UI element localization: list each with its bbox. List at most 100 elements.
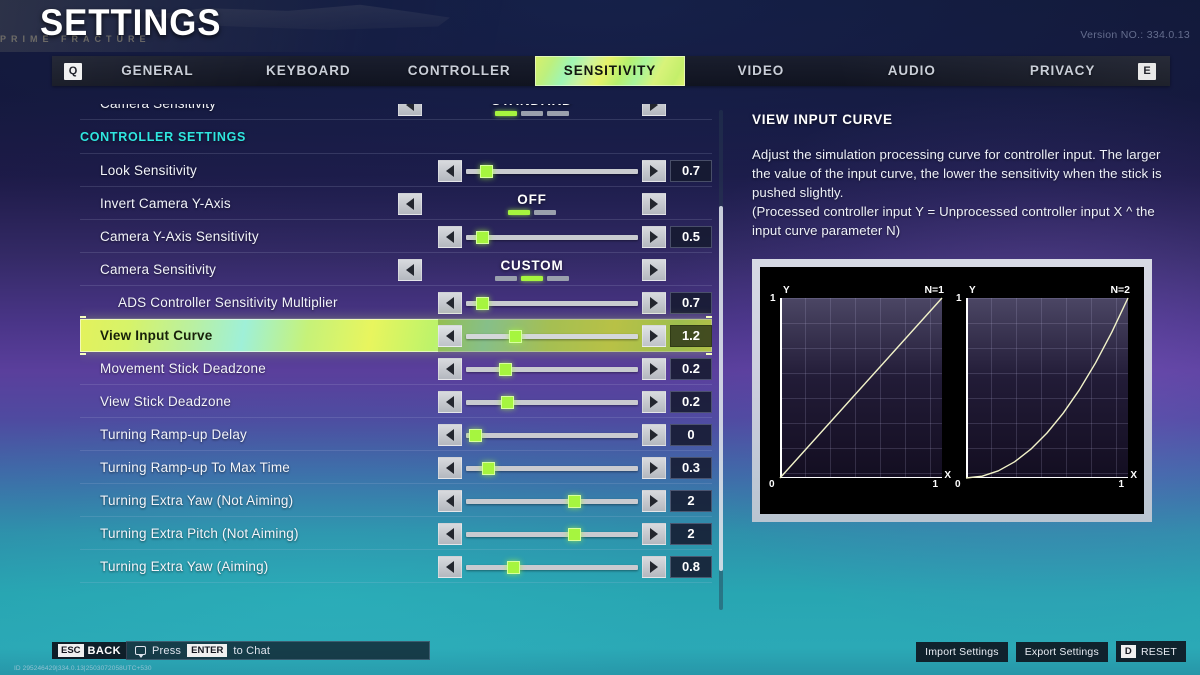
setting-slider[interactable] — [466, 391, 638, 413]
decrease-arrow-icon[interactable] — [438, 423, 462, 446]
slider-thumb[interactable] — [500, 395, 514, 409]
setting-row[interactable]: Turning Extra Pitch (Not Aiming) 2 — [80, 517, 712, 550]
setting-value: 0.2 — [670, 390, 712, 413]
setting-slider[interactable] — [466, 325, 638, 347]
setting-row[interactable]: Turning Ramp-up Delay 0 — [80, 418, 712, 451]
setting-row[interactable]: Turning Extra Yaw (Not Aiming) 2 — [80, 484, 712, 517]
back-button[interactable]: ESC BACK — [52, 642, 127, 659]
increase-arrow-icon[interactable] — [642, 324, 666, 347]
setting-option[interactable]: OFF — [426, 187, 638, 220]
tab-sensitivity[interactable]: SENSITIVITY — [534, 56, 686, 86]
setting-row[interactable]: Turning Ramp-up To Max Time 0.3 — [80, 451, 712, 484]
tab-controller[interactable]: CONTROLLER — [384, 56, 535, 86]
setting-slider[interactable] — [466, 226, 638, 248]
option-pip — [521, 276, 543, 281]
tab-video[interactable]: VIDEO — [685, 56, 836, 86]
decrease-arrow-icon[interactable] — [438, 357, 462, 380]
selection-corner-marker — [80, 316, 86, 325]
graph-ylabel: Y — [783, 285, 790, 296]
setting-option[interactable]: STANDARD — [426, 104, 638, 121]
slider-thumb[interactable] — [507, 560, 521, 574]
settings-scrollbar[interactable] — [719, 110, 723, 610]
setting-slider[interactable] — [466, 523, 638, 545]
import-settings-button[interactable]: Import Settings — [916, 641, 1008, 662]
tab-keyboard[interactable]: KEYBOARD — [233, 56, 384, 86]
decrease-arrow-icon[interactable] — [438, 456, 462, 479]
decrease-arrow-icon[interactable] — [438, 159, 462, 182]
increase-arrow-icon[interactable] — [642, 258, 666, 281]
prev-tab-key-icon[interactable]: Q — [64, 62, 82, 80]
reset-label: RESET — [1140, 645, 1177, 658]
setting-option[interactable]: CUSTOM — [426, 253, 638, 286]
scrollbar-thumb[interactable] — [719, 206, 723, 571]
decrease-arrow-icon[interactable] — [438, 324, 462, 347]
setting-row[interactable]: Invert Camera Y-Axis OFF — [80, 187, 712, 220]
setting-value: 0.7 — [670, 159, 712, 182]
increase-arrow-icon[interactable] — [642, 159, 666, 182]
option-pip — [534, 210, 556, 215]
chat-hint-bar[interactable]: Press ENTER to Chat — [126, 641, 430, 660]
chat-suffix: to Chat — [233, 644, 271, 657]
settings-list[interactable]: Camera Sensitivity STANDARD CONTROLLER SET… — [80, 104, 712, 609]
increase-arrow-icon[interactable] — [642, 522, 666, 545]
setting-row[interactable]: Look Sensitivity 0.7 — [80, 154, 712, 187]
setting-row[interactable]: View Input Curve 1.2 — [80, 316, 712, 355]
export-settings-button[interactable]: Export Settings — [1015, 641, 1108, 662]
setting-slider[interactable] — [466, 424, 638, 446]
tab-privacy[interactable]: PRIVACY — [987, 56, 1138, 86]
setting-slider[interactable] — [466, 457, 638, 479]
slider-track — [466, 432, 638, 438]
setting-row[interactable]: Movement Stick Deadzone 0.2 — [80, 352, 712, 385]
setting-row[interactable]: Camera Sensitivity STANDARD — [80, 104, 712, 120]
setting-slider[interactable] — [466, 160, 638, 182]
decrease-arrow-icon[interactable] — [438, 489, 462, 512]
slider-thumb[interactable] — [469, 428, 483, 442]
decrease-arrow-icon[interactable] — [438, 291, 462, 314]
slider-thumb[interactable] — [480, 164, 494, 178]
setting-slider[interactable] — [466, 490, 638, 512]
decrease-arrow-icon[interactable] — [438, 390, 462, 413]
slider-thumb[interactable] — [567, 494, 581, 508]
next-tab-key-icon[interactable]: E — [1138, 62, 1156, 80]
slider-thumb[interactable] — [508, 329, 522, 343]
option-value: OFF — [517, 192, 547, 207]
reset-button[interactable]: D RESET — [1115, 641, 1186, 662]
setting-slider[interactable] — [466, 556, 638, 578]
tab-audio[interactable]: AUDIO — [836, 56, 987, 86]
decrease-arrow-icon[interactable] — [398, 192, 422, 215]
curve-path — [966, 298, 1128, 478]
setting-row[interactable]: Turning Extra Yaw (Aiming) 0.8 — [80, 550, 712, 583]
setting-slider[interactable] — [466, 292, 638, 314]
increase-arrow-icon[interactable] — [642, 390, 666, 413]
slider-thumb[interactable] — [481, 461, 495, 475]
slider-thumb[interactable] — [567, 527, 581, 541]
setting-row[interactable]: ADS Controller Sensitivity Multiplier 0.7 — [80, 286, 712, 319]
increase-arrow-icon[interactable] — [642, 104, 666, 116]
slider-thumb[interactable] — [475, 230, 489, 244]
tab-general[interactable]: GENERAL — [82, 56, 233, 86]
increase-arrow-icon[interactable] — [642, 555, 666, 578]
increase-arrow-icon[interactable] — [642, 423, 666, 446]
slider-track — [466, 399, 638, 405]
slider-track — [466, 366, 638, 372]
decrease-arrow-icon[interactable] — [398, 104, 422, 116]
slider-thumb[interactable] — [475, 296, 489, 310]
decrease-arrow-icon[interactable] — [438, 555, 462, 578]
option-value: CUSTOM — [500, 258, 564, 273]
decrease-arrow-icon[interactable] — [398, 258, 422, 281]
increase-arrow-icon[interactable] — [642, 225, 666, 248]
increase-arrow-icon[interactable] — [642, 192, 666, 215]
increase-arrow-icon[interactable] — [642, 357, 666, 380]
increase-arrow-icon[interactable] — [642, 456, 666, 479]
setting-row[interactable]: Camera Y-Axis Sensitivity 0.5 — [80, 220, 712, 253]
slider-thumb[interactable] — [499, 362, 513, 376]
setting-slider[interactable] — [466, 358, 638, 380]
setting-label: View Stick Deadzone — [100, 393, 232, 409]
decrease-arrow-icon[interactable] — [438, 225, 462, 248]
setting-value: 0.3 — [670, 456, 712, 479]
setting-row[interactable]: View Stick Deadzone 0.2 — [80, 385, 712, 418]
increase-arrow-icon[interactable] — [642, 291, 666, 314]
increase-arrow-icon[interactable] — [642, 489, 666, 512]
setting-row[interactable]: Camera Sensitivity CUSTOM — [80, 253, 712, 286]
decrease-arrow-icon[interactable] — [438, 522, 462, 545]
